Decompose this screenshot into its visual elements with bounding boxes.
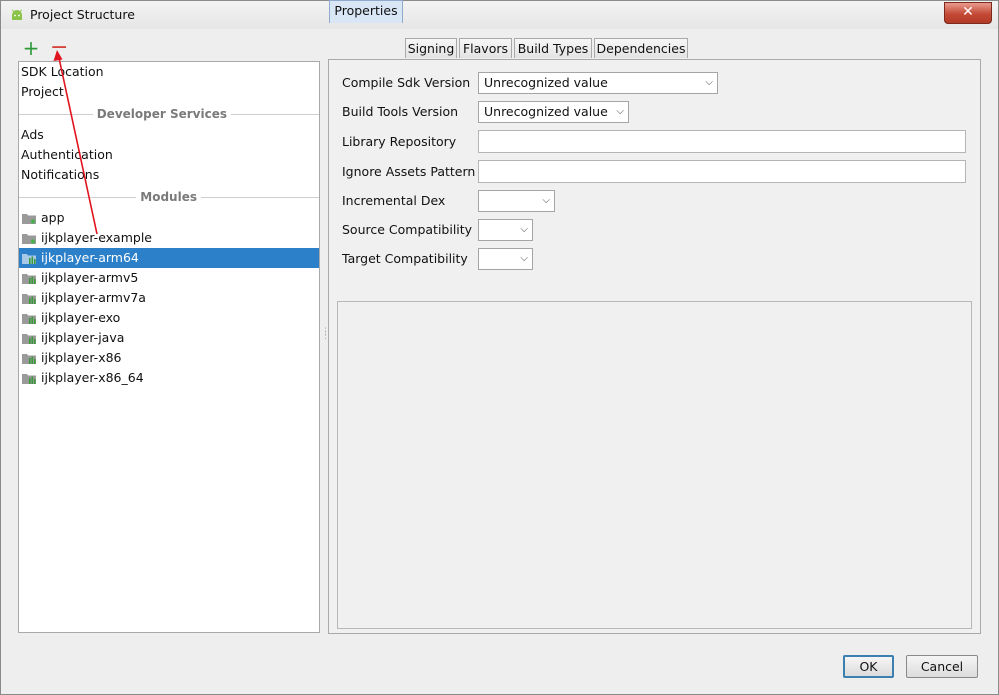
module-label: ijkplayer-exo [41,310,121,325]
tab-properties[interactable]: Properties [329,0,403,23]
library-module-icon [22,314,36,324]
source-compatibility-label: Source Compatibility [342,222,473,237]
close-button[interactable]: ✕ [944,2,992,24]
library-repository-field[interactable] [478,130,966,153]
chevron-down-icon: ⌵ [520,253,528,264]
chevron-down-icon: ⌵ [705,77,713,88]
sidebar-item-label: SDK Location [21,64,104,79]
window-title: Project Structure [30,7,135,22]
section-modules: Modules [19,187,319,207]
module-item-ijkplayer-armv5[interactable]: ijkplayer-armv5 [19,268,319,288]
section-divider [201,197,319,198]
library-module-icon [22,374,36,384]
module-item-ijkplayer-armv7a[interactable]: ijkplayer-armv7a [19,288,319,308]
sidebar-item-notifications[interactable]: Notifications [19,165,319,185]
section-label: Modules [136,187,201,207]
library-module-icon [22,274,36,284]
module-item-ijkplayer-x86[interactable]: ijkplayer-x86 [19,348,319,368]
chevron-down-icon: ⌵ [520,224,528,235]
build-tools-label: Build Tools Version [342,104,459,119]
library-module-icon [22,294,36,304]
details-area [337,301,972,629]
sidebar-item-label: Ads [21,127,44,142]
sidebar-list: SDK Location Project Developer Services … [18,61,320,633]
remove-button[interactable]: − [50,37,68,59]
add-button[interactable]: + [22,38,40,58]
sidebar-item-ads[interactable]: Ads [19,125,319,145]
incremental-dex-select[interactable]: ⌵ [478,190,555,212]
module-item-ijkplayer-x86-64[interactable]: ijkplayer-x86_64 [19,368,319,388]
app-module-icon [22,234,36,244]
sidebar-item-sdk-location[interactable]: SDK Location [19,62,319,82]
module-label: ijkplayer-x86_64 [41,370,144,385]
module-label: ijkplayer-example [41,230,152,245]
section-developer-services: Developer Services [19,104,319,124]
compile-sdk-label: Compile Sdk Version [342,75,471,90]
module-label: ijkplayer-armv7a [41,290,146,305]
incremental-dex-label: Incremental Dex [342,193,446,208]
sidebar-item-authentication[interactable]: Authentication [19,145,319,165]
section-divider [229,114,319,115]
target-compatibility-label: Target Compatibility [342,251,468,266]
build-tools-value: Unrecognized value [484,104,608,119]
build-tools-select[interactable]: Unrecognized value ⌵ [478,101,629,123]
sidebar-item-label: Notifications [21,167,100,182]
sidebar-item-label: Authentication [21,147,113,162]
module-item-ijkplayer-java[interactable]: ijkplayer-java [19,328,319,348]
module-item-ijkplayer-arm64[interactable]: ijkplayer-arm64 [19,248,319,268]
library-module-icon [22,334,36,344]
ignore-assets-label: Ignore Assets Pattern [342,164,476,179]
module-label: ijkplayer-java [41,330,125,345]
module-item-app[interactable]: app [19,208,319,228]
section-label: Developer Services [92,104,231,124]
module-label: ijkplayer-armv5 [41,270,139,285]
tab-flavors[interactable]: Flavors [459,38,512,58]
compile-sdk-value: Unrecognized value [484,75,608,90]
section-divider [19,197,137,198]
target-compatibility-select[interactable]: ⌵ [478,248,533,270]
library-module-icon [22,354,36,364]
ignore-assets-field[interactable] [478,160,966,183]
chevron-down-icon: ⌵ [542,195,550,206]
tab-build-types[interactable]: Build Types [514,38,592,58]
tab-dependencies[interactable]: Dependencies [594,38,688,58]
library-repository-label: Library Repository [342,134,457,149]
compile-sdk-select[interactable]: Unrecognized value ⌵ [478,72,718,94]
ok-button[interactable]: OK [843,655,894,678]
module-label: app [41,210,65,225]
title-bar: Project Structure ✕ [1,1,998,29]
app-module-icon [22,214,36,224]
module-item-ijkplayer-exo[interactable]: ijkplayer-exo [19,308,319,328]
module-item-ijkplayer-example[interactable]: ijkplayer-example [19,228,319,248]
sidebar-item-label: Project [21,84,64,99]
library-module-icon [22,254,36,264]
sidebar-item-project[interactable]: Project [19,82,319,102]
chevron-down-icon: ⌵ [616,106,624,117]
source-compatibility-select[interactable]: ⌵ [478,219,533,241]
tab-signing[interactable]: Signing [405,38,457,58]
android-icon [12,9,22,20]
module-label: ijkplayer-x86 [41,350,122,365]
module-label: ijkplayer-arm64 [41,250,139,265]
cancel-button[interactable]: Cancel [906,655,978,678]
